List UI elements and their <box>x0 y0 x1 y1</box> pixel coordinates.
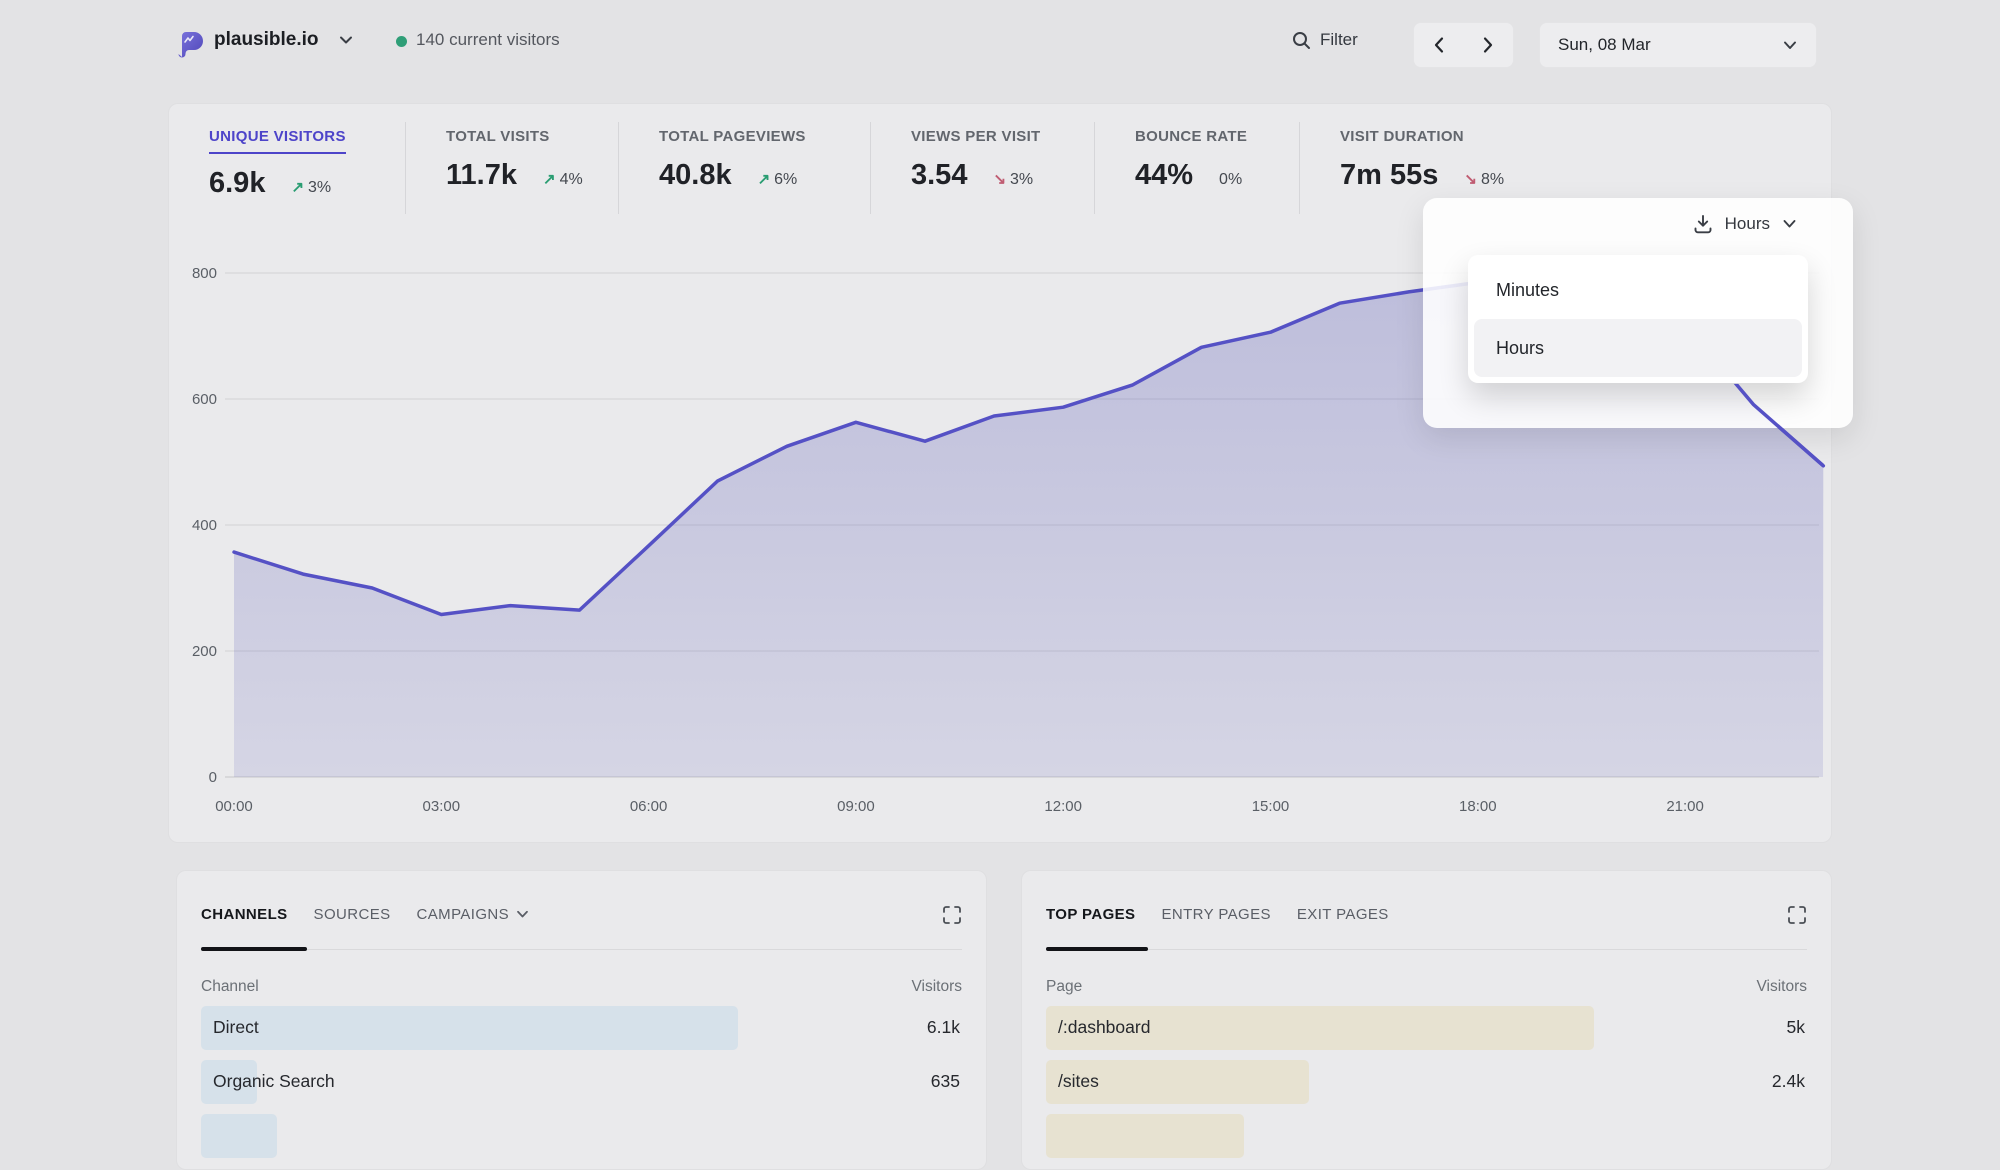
interval-dropdown-menu: Minutes Hours <box>1468 255 1808 383</box>
svg-text:18:00: 18:00 <box>1459 798 1497 815</box>
pages-tab-row: TOP PAGES ENTRY PAGES EXIT PAGES <box>1046 901 1807 927</box>
page-row-partial <box>1046 1114 1807 1158</box>
page-row-dashboard[interactable]: /:dashboard 5k <box>1046 1006 1807 1050</box>
prev-period-button[interactable] <box>1419 25 1459 65</box>
filter-button[interactable]: Filter <box>1292 30 1358 50</box>
site-name[interactable]: plausible.io <box>214 29 319 51</box>
next-period-button[interactable] <box>1468 25 1508 65</box>
channel-row-partial <box>201 1114 962 1158</box>
site-switcher-chevron-down-icon[interactable] <box>338 34 354 46</box>
tab-top-pages[interactable]: TOP PAGES <box>1046 906 1135 923</box>
channel-row-organic-search[interactable]: Organic Search 635 <box>201 1060 962 1104</box>
pages-panel: TOP PAGES ENTRY PAGES EXIT PAGES Page Vi… <box>1021 870 1832 1170</box>
page-row-sites[interactable]: /sites 2.4k <box>1046 1060 1807 1104</box>
chevron-down-icon <box>516 910 529 919</box>
filter-label: Filter <box>1320 30 1358 50</box>
tab-divider <box>1046 949 1807 950</box>
date-nav-group <box>1413 22 1514 68</box>
svg-text:21:00: 21:00 <box>1666 798 1704 815</box>
svg-text:800: 800 <box>192 265 217 282</box>
chevron-left-icon <box>1433 36 1445 54</box>
row-bar <box>201 1114 277 1158</box>
channel-row-direct[interactable]: Direct 6.1k <box>201 1006 962 1050</box>
expand-icon[interactable] <box>942 905 962 925</box>
live-visitors-dot <box>396 36 407 47</box>
menu-item-minutes[interactable]: Minutes <box>1474 261 1802 319</box>
channels-column-headers: Channel Visitors <box>201 978 962 996</box>
menu-item-hours[interactable]: Hours <box>1474 319 1802 377</box>
top-header: plausible.io 140 current visitors Filter… <box>0 0 2000 90</box>
tab-divider <box>201 949 962 950</box>
chart-line-overlay-segment <box>1725 384 1835 484</box>
svg-text:12:00: 12:00 <box>1044 798 1082 815</box>
tab-channels[interactable]: CHANNELS <box>201 906 288 923</box>
channels-tab-row: CHANNELS SOURCES CAMPAIGNS <box>201 901 962 927</box>
svg-text:200: 200 <box>192 643 217 660</box>
chevron-down-icon <box>1782 219 1797 229</box>
svg-text:09:00: 09:00 <box>837 798 875 815</box>
date-range-picker[interactable]: Sun, 08 Mar <box>1539 22 1817 68</box>
current-visitors-count[interactable]: 140 current visitors <box>416 30 560 50</box>
plausible-logo-icon <box>178 26 206 58</box>
svg-text:0: 0 <box>209 769 217 786</box>
svg-text:00:00: 00:00 <box>215 798 253 815</box>
expand-icon[interactable] <box>1787 905 1807 925</box>
row-bar <box>201 1006 738 1050</box>
tab-entry-pages[interactable]: ENTRY PAGES <box>1161 906 1270 923</box>
date-range-label: Sun, 08 Mar <box>1558 35 1651 55</box>
row-bar <box>1046 1114 1244 1158</box>
svg-text:15:00: 15:00 <box>1252 798 1290 815</box>
chevron-down-icon <box>1782 40 1798 51</box>
svg-text:03:00: 03:00 <box>423 798 461 815</box>
tab-sources[interactable]: SOURCES <box>314 906 391 923</box>
tab-exit-pages[interactable]: EXIT PAGES <box>1297 906 1389 923</box>
interval-dropdown-button[interactable]: Hours <box>1693 214 1797 234</box>
channels-panel: CHANNELS SOURCES CAMPAIGNS Channel Visit… <box>176 870 987 1170</box>
svg-text:600: 600 <box>192 391 217 408</box>
svg-text:06:00: 06:00 <box>630 798 668 815</box>
tab-campaigns[interactable]: CAMPAIGNS <box>417 906 530 923</box>
chevron-right-icon <box>1482 36 1494 54</box>
svg-text:400: 400 <box>192 517 217 534</box>
interval-selected-label: Hours <box>1725 214 1770 234</box>
download-icon[interactable] <box>1693 214 1713 234</box>
search-icon <box>1292 31 1311 50</box>
pages-column-headers: Page Visitors <box>1046 978 1807 996</box>
